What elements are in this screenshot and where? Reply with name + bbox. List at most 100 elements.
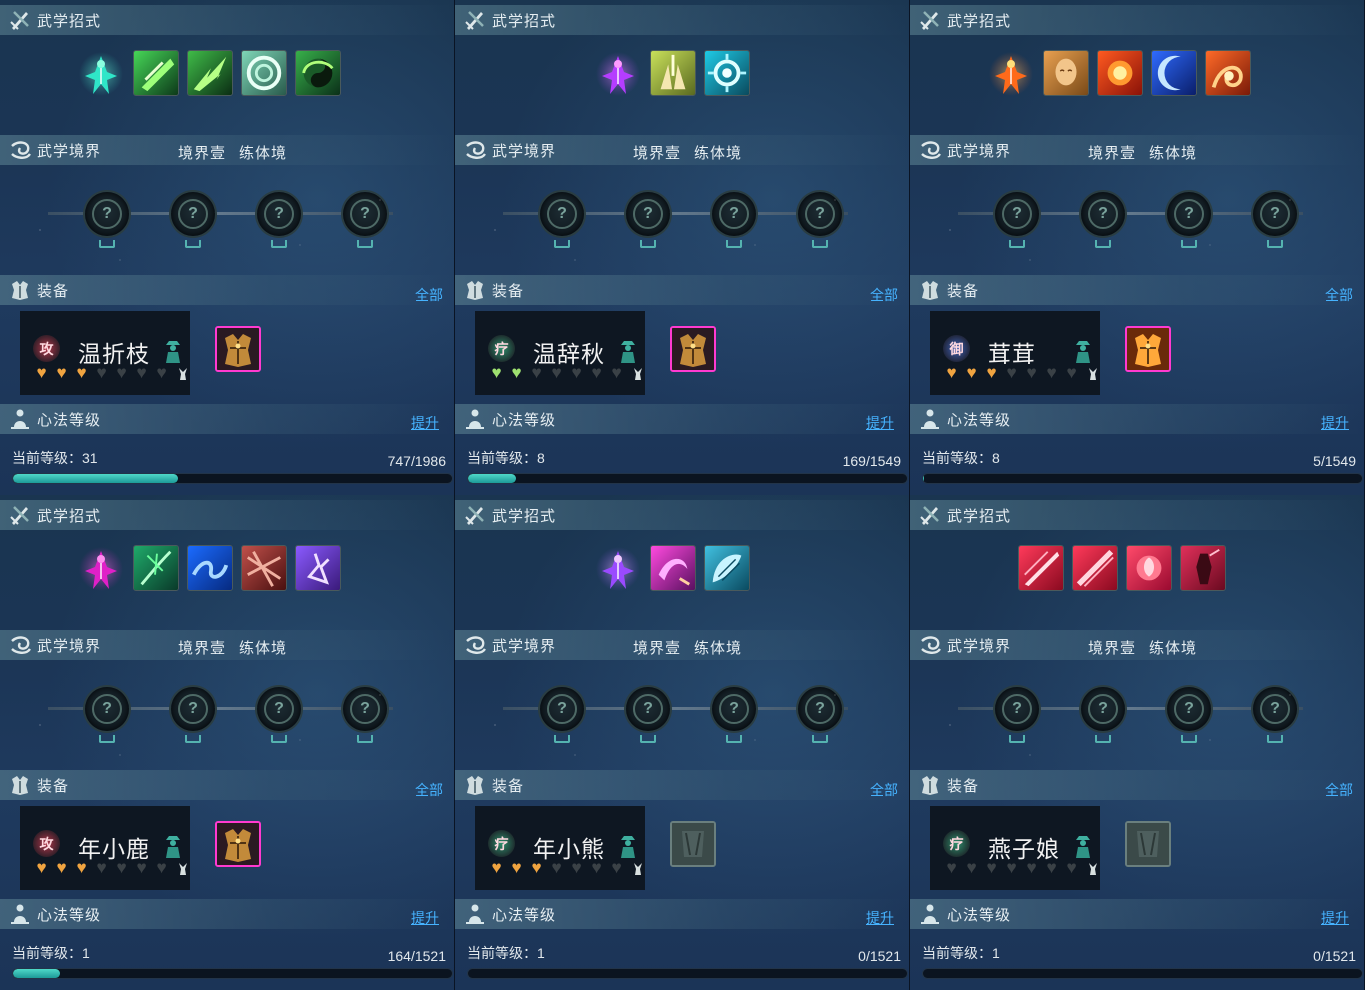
empty-equipment-slot[interactable] bbox=[1125, 821, 1171, 867]
equip-all-link[interactable]: 全部 bbox=[870, 285, 898, 305]
fire-orb-icon[interactable] bbox=[1205, 50, 1251, 96]
realm-node-icon[interactable]: ? bbox=[257, 687, 301, 731]
realm-node-icon[interactable]: ? bbox=[343, 192, 387, 236]
upgrade-link[interactable]: 提升 bbox=[411, 413, 439, 433]
armor-equipment-icon[interactable] bbox=[1125, 326, 1171, 372]
upgrade-link[interactable]: 提升 bbox=[866, 413, 894, 433]
realm-node-icon[interactable]: ? bbox=[1081, 687, 1125, 731]
node-marker bbox=[640, 240, 656, 248]
realm-node-icon[interactable]: ? bbox=[343, 687, 387, 731]
healing-hands-icon[interactable] bbox=[650, 50, 696, 96]
realm-node-icon[interactable]: ? bbox=[85, 192, 129, 236]
role-badge: 攻 bbox=[33, 830, 60, 857]
skills-header: 武学招式 bbox=[455, 5, 909, 35]
jade-ring-icon[interactable] bbox=[241, 50, 287, 96]
golden-buddha-icon[interactable] bbox=[1043, 50, 1089, 96]
armor-equipment-icon[interactable] bbox=[215, 326, 261, 372]
upgrade-link[interactable]: 提升 bbox=[866, 908, 894, 928]
equip-all-link[interactable]: 全部 bbox=[415, 285, 443, 305]
blue-crescent-icon[interactable] bbox=[1151, 50, 1197, 96]
cyan-shell-icon[interactable] bbox=[704, 545, 750, 591]
realm-node-track: ???? bbox=[910, 190, 1364, 250]
level-value: 1 bbox=[537, 945, 545, 961]
realm-node-icon[interactable]: ? bbox=[1167, 687, 1211, 731]
realm-node-icon[interactable]: ? bbox=[626, 192, 670, 236]
realm-node-icon[interactable]: ? bbox=[798, 192, 842, 236]
fire-figure-icon[interactable] bbox=[987, 50, 1035, 98]
green-slash-icon[interactable] bbox=[133, 50, 179, 96]
realm-node-icon[interactable]: ? bbox=[712, 192, 756, 236]
realm-node-icon[interactable]: ? bbox=[798, 687, 842, 731]
upgrade-link[interactable]: 提升 bbox=[1321, 413, 1349, 433]
purple-claw-icon[interactable] bbox=[650, 545, 696, 591]
realm-node-icon[interactable]: ? bbox=[712, 687, 756, 731]
yin-yang-green-icon[interactable] bbox=[295, 50, 341, 96]
character-card[interactable]: 疗燕子娘 ♥ ♥ ♥ ♥ ♥ ♥ ♥ bbox=[930, 806, 1100, 890]
armor-equipment-icon[interactable] bbox=[215, 821, 261, 867]
realm-node-icon[interactable]: ? bbox=[1253, 192, 1297, 236]
mini-figure-icon bbox=[1088, 367, 1098, 381]
equip-all-link[interactable]: 全部 bbox=[870, 780, 898, 800]
character-card[interactable]: 疗年小熊 ♥ ♥ ♥ ♥ ♥ ♥ ♥ bbox=[475, 806, 645, 890]
realm-node-icon[interactable]: ? bbox=[995, 687, 1039, 731]
realm-node-icon[interactable]: ? bbox=[540, 192, 584, 236]
swords-icon bbox=[7, 502, 33, 528]
realm-node-icon[interactable]: ? bbox=[1081, 192, 1125, 236]
realm-node-icon[interactable]: ? bbox=[1253, 687, 1297, 731]
upgrade-link[interactable]: 提升 bbox=[1321, 908, 1349, 928]
skills-header: 武学招式 bbox=[910, 500, 1364, 530]
red-slash-icon[interactable] bbox=[1018, 545, 1064, 591]
swirl-icon bbox=[917, 137, 943, 163]
fire-burst-icon[interactable] bbox=[1097, 50, 1143, 96]
skill-row bbox=[455, 545, 909, 595]
heart-icon: ♥ bbox=[1046, 363, 1057, 382]
equip-header: 装备 全部 bbox=[910, 770, 1364, 800]
character-card[interactable]: 攻年小鹿 ♥ ♥ ♥ ♥ ♥ ♥ ♥ bbox=[20, 806, 190, 890]
cyan-vortex-icon[interactable] bbox=[704, 50, 750, 96]
red-rose-icon[interactable] bbox=[1126, 545, 1172, 591]
character-card[interactable]: 疗温辞秋 ♥ ♥ ♥ ♥ ♥ ♥ ♥ bbox=[475, 311, 645, 395]
realm-node-icon[interactable]: ? bbox=[626, 687, 670, 731]
realm-node-icon[interactable]: ? bbox=[171, 687, 215, 731]
swords-icon bbox=[7, 7, 33, 33]
character-panel: 武学招式 武学境界 境界壹 练体境???? 装备 全部疗温辞秋 ♥ ♥ ♥ ♥ ♥ ♥ ♥ 心法等级 提升… bbox=[455, 0, 910, 495]
character-card[interactable]: 攻温折枝 ♥ ♥ ♥ ♥ ♥ ♥ ♥ bbox=[20, 311, 190, 395]
realm-level: 境界壹 bbox=[633, 640, 682, 657]
swirl-icon bbox=[917, 632, 943, 658]
heart-icon: ♥ bbox=[1006, 858, 1017, 877]
upgrade-link[interactable]: 提升 bbox=[411, 908, 439, 928]
blue-wave-icon[interactable] bbox=[187, 545, 233, 591]
armor-icon bbox=[462, 772, 488, 798]
realm-node-icon[interactable]: ? bbox=[540, 687, 584, 731]
purple-spirit-figure-icon[interactable] bbox=[594, 50, 642, 98]
meditating-figure-icon bbox=[7, 901, 33, 927]
character-card[interactable]: 御茸茸 ♥ ♥ ♥ ♥ ♥ ♥ ♥ bbox=[930, 311, 1100, 395]
equip-all-link[interactable]: 全部 bbox=[1325, 780, 1353, 800]
equip-all-link[interactable]: 全部 bbox=[415, 780, 443, 800]
green-vine-icon[interactable] bbox=[133, 545, 179, 591]
armor-equipment-icon[interactable] bbox=[670, 326, 716, 372]
node-marker bbox=[726, 735, 742, 743]
realm-node-icon[interactable]: ? bbox=[257, 192, 301, 236]
exp-progress-bar bbox=[923, 474, 1362, 483]
mini-figure-icon bbox=[178, 862, 188, 876]
node-marker bbox=[99, 240, 115, 248]
magenta-sigil-icon[interactable] bbox=[77, 545, 125, 593]
purple-dancer-icon[interactable] bbox=[295, 545, 341, 591]
realm-node-icon[interactable]: ? bbox=[85, 687, 129, 731]
node-marker bbox=[1009, 735, 1025, 743]
red-warrior-icon[interactable] bbox=[1180, 545, 1226, 591]
red-thorns-icon[interactable] bbox=[241, 545, 287, 591]
green-spirit-figure-icon[interactable] bbox=[77, 50, 125, 98]
empty-equipment-slot[interactable] bbox=[670, 821, 716, 867]
current-level: 当前等级：31 bbox=[12, 448, 98, 468]
purple-cone-icon[interactable] bbox=[594, 545, 642, 593]
skills-header: 武学招式 bbox=[0, 5, 454, 35]
mini-figure-icon bbox=[633, 862, 643, 876]
green-burst-icon[interactable] bbox=[187, 50, 233, 96]
equip-all-link[interactable]: 全部 bbox=[1325, 285, 1353, 305]
red-slash-2-icon[interactable] bbox=[1072, 545, 1118, 591]
realm-node-icon[interactable]: ? bbox=[171, 192, 215, 236]
realm-node-icon[interactable]: ? bbox=[1167, 192, 1211, 236]
realm-node-icon[interactable]: ? bbox=[995, 192, 1039, 236]
